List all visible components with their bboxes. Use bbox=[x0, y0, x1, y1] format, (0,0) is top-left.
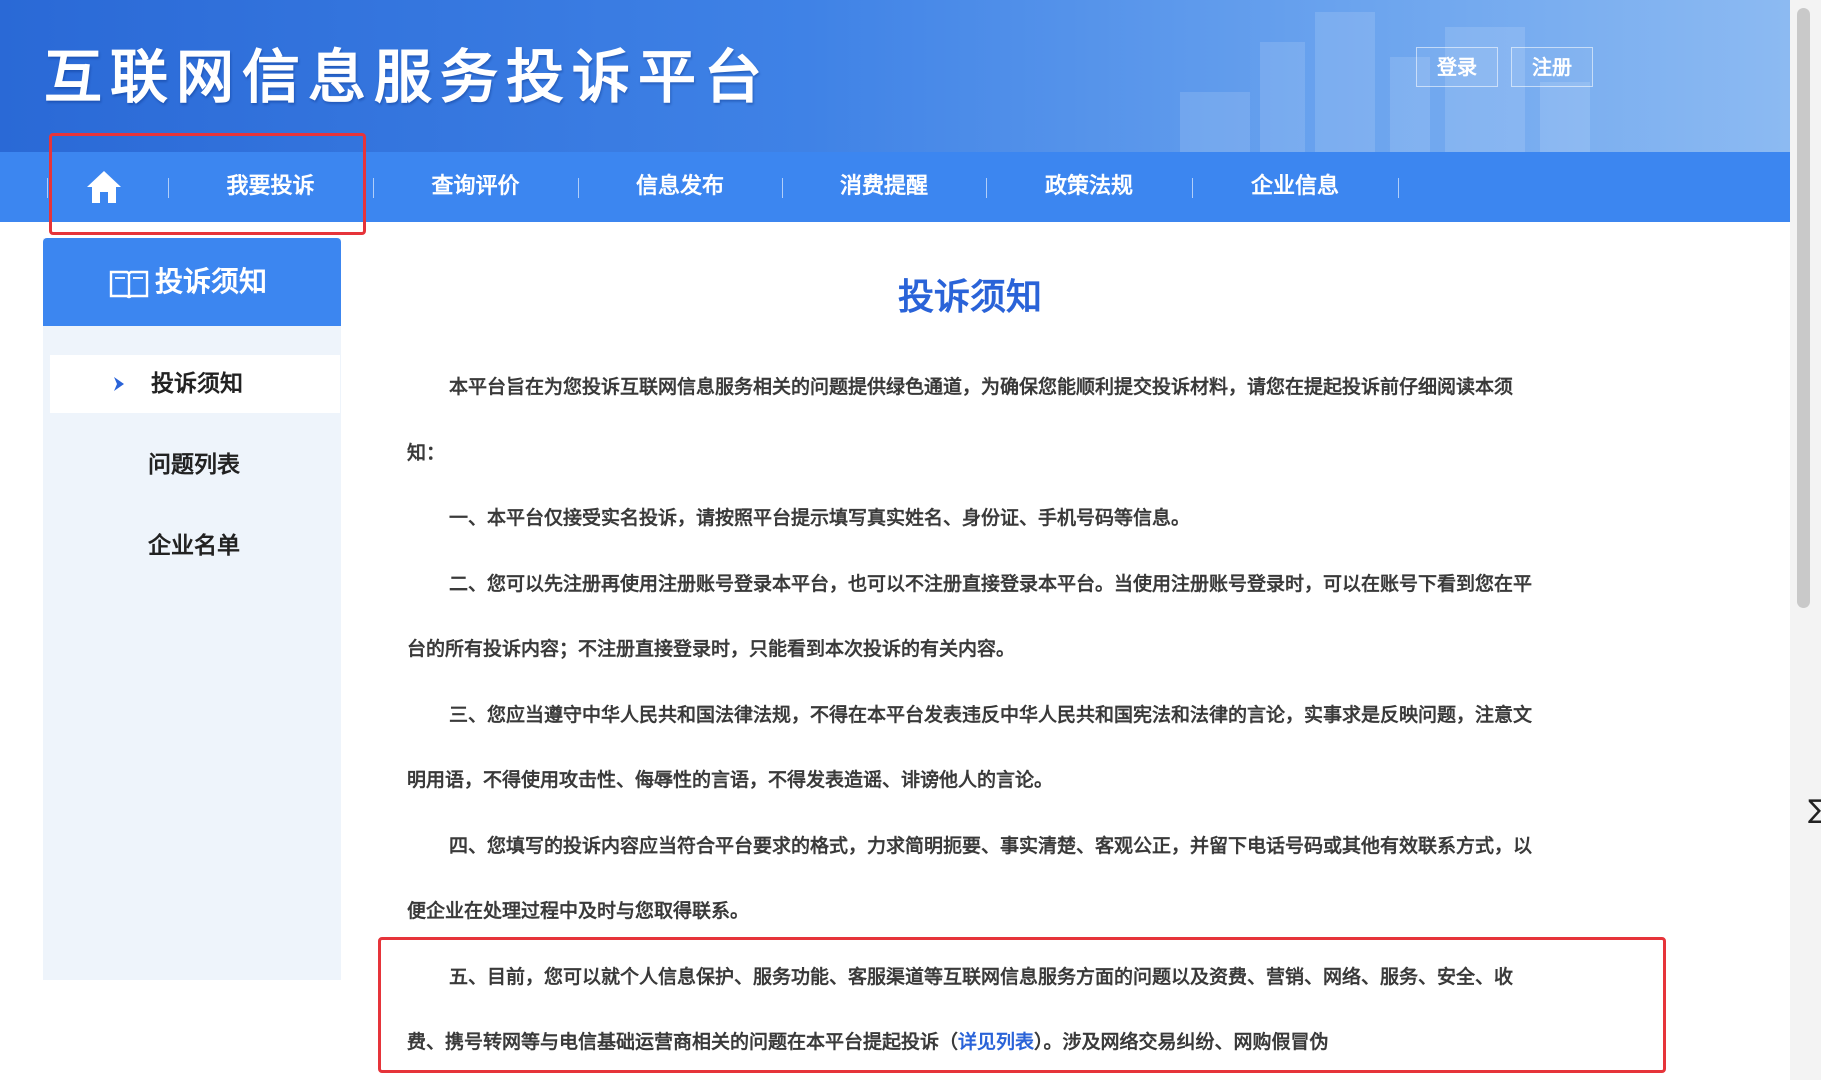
nav-separator bbox=[47, 178, 48, 198]
sidebar-item-company-list[interactable]: 企业名单 bbox=[43, 517, 341, 575]
nav-separator bbox=[782, 178, 783, 198]
paragraph-two: 二、您可以先注册再使用注册账号登录本平台，也可以不注册直接登录本平台。当使用注册… bbox=[407, 572, 1533, 661]
nav-separator bbox=[168, 178, 169, 198]
edge-glyph: ∑ bbox=[1808, 795, 1821, 825]
nav-separator bbox=[373, 178, 374, 198]
nav-item-consumer-alert[interactable]: 消费提醒 bbox=[802, 152, 966, 222]
skyline-decoration bbox=[1180, 92, 1250, 152]
paragraph-five: 五、目前，您可以就个人信息保护、服务功能、客服渠道等互联网信息服务方面的问题以及… bbox=[407, 945, 1532, 1076]
sidebar-item-notice[interactable]: 投诉须知 bbox=[50, 355, 340, 413]
paragraph-three: 三、您应当遵守中华人民共和国法律法规，不得在本平台发表违反中华人民共和国宪法和法… bbox=[407, 703, 1533, 792]
header-banner: 互联网信息服务投诉平台 登录 注册 bbox=[0, 0, 1790, 152]
paragraph-one: 一、本平台仅接受实名投诉，请按照平台提示填写真实姓名、身份证、手机号码等信息。 bbox=[449, 507, 1191, 529]
main-nav: 我要投诉 查询评价 信息发布 消费提醒 政策法规 企业信息 bbox=[0, 152, 1790, 222]
paragraph-four: 四、您填写的投诉内容应当符合平台要求的格式，力求简明扼要、事实清楚、客观公正，并… bbox=[407, 834, 1533, 923]
paragraph-five-tail: ）。涉及网络交易纠纷、网购假冒伪 bbox=[1034, 1031, 1329, 1053]
paragraph-intro: 本平台旨在为您投诉互联网信息服务相关的问题提供绿色通道，为确保您能顺利提交投诉材… bbox=[407, 376, 1514, 464]
article-body: 本平台旨在为您投诉互联网信息服务相关的问题提供绿色通道，为确保您能顺利提交投诉材… bbox=[407, 355, 1532, 1076]
sidebar-item-issue-list[interactable]: 问题列表 bbox=[43, 436, 341, 494]
login-button[interactable]: 登录 bbox=[1416, 47, 1498, 87]
page-title: 投诉须知 bbox=[897, 276, 1042, 318]
home-icon[interactable] bbox=[86, 170, 122, 204]
nav-item-complain[interactable]: 我要投诉 bbox=[188, 152, 353, 222]
chevron-right-icon bbox=[114, 377, 124, 391]
sidebar-item-label: 投诉须知 bbox=[151, 370, 243, 397]
nav-separator bbox=[578, 178, 579, 198]
site-title: 互联网信息服务投诉平台 bbox=[44, 43, 771, 111]
register-button[interactable]: 注册 bbox=[1511, 47, 1593, 87]
skyline-decoration bbox=[1540, 82, 1590, 152]
nav-separator bbox=[1192, 178, 1193, 198]
sidebar-item-label: 问题列表 bbox=[148, 451, 240, 478]
nav-item-info-release[interactable]: 信息发布 bbox=[598, 152, 762, 222]
skyline-decoration bbox=[1445, 27, 1525, 152]
nav-separator bbox=[1398, 178, 1399, 198]
sidebar bbox=[43, 238, 341, 980]
nav-item-policy[interactable]: 政策法规 bbox=[1006, 152, 1172, 222]
nav-item-query[interactable]: 查询评价 bbox=[393, 152, 558, 222]
nav-item-enterprise[interactable]: 企业信息 bbox=[1212, 152, 1378, 222]
nav-separator bbox=[986, 178, 987, 198]
sidebar-item-label: 企业名单 bbox=[148, 532, 240, 559]
skyline-decoration bbox=[1260, 42, 1305, 152]
detail-list-link[interactable]: 详见列表 bbox=[958, 1031, 1034, 1053]
skyline-decoration bbox=[1315, 12, 1375, 152]
